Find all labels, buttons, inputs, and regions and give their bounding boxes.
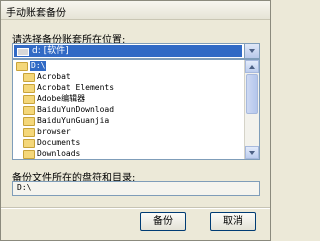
folder-icon [23, 106, 35, 115]
folder-icon [23, 128, 35, 137]
drive-select-text: d: [软件] [32, 46, 69, 56]
folder-icon [23, 95, 35, 104]
list-item[interactable]: Downloads [13, 149, 242, 159]
title-bar[interactable]: 手动账套备份 [1, 1, 270, 20]
list-item-label: browser [37, 127, 71, 136]
folder-icon [23, 139, 35, 148]
drive-select[interactable]: d: [软件] [12, 43, 260, 59]
folder-list[interactable]: D:\ Acrobat Acrobat Elements Adobe编辑器 Ba… [12, 59, 260, 160]
destination-path-field: D:\ [12, 181, 260, 196]
list-item-label: BaiduYunGuanjia [37, 116, 110, 125]
list-item-label: Documents [37, 138, 81, 147]
scroll-down-button[interactable] [245, 146, 259, 159]
scroll-thumb[interactable] [246, 74, 258, 114]
folder-icon [23, 117, 35, 126]
open-folder-icon [16, 62, 28, 71]
cancel-button[interactable]: 取消 [210, 212, 256, 231]
list-item-label: Acrobat [37, 72, 71, 81]
list-item-label: Acrobat Elements [37, 83, 115, 92]
list-item[interactable]: Acrobat Elements [13, 83, 242, 93]
folder-list-scrollbar[interactable] [244, 60, 259, 159]
list-item-label: BaiduYunDownload [37, 105, 115, 114]
list-item[interactable]: Acrobat [13, 72, 242, 82]
drive-select-value: d: [软件] [14, 45, 242, 57]
list-item-label: D:\ [30, 61, 47, 71]
chevron-down-icon[interactable] [244, 44, 259, 58]
divider [1, 207, 270, 209]
folder-icon [23, 150, 35, 159]
drive-icon [17, 48, 29, 56]
folder-icon [23, 73, 35, 82]
list-item[interactable]: BaiduYunGuanjia [13, 116, 242, 126]
window-title: 手动账套备份 [6, 8, 66, 19]
folder-icon [23, 84, 35, 93]
backup-dialog: 手动账套备份 请选择备份账套所在位置: d: [软件] D:\ Acrobat … [0, 0, 271, 241]
scroll-up-button[interactable] [245, 60, 259, 73]
backup-button[interactable]: 备份 [140, 212, 186, 231]
destination-path-text: D:\ [17, 183, 32, 192]
list-item[interactable]: Adobe编辑器 [13, 94, 242, 104]
list-item[interactable]: Documents [13, 138, 242, 148]
list-item[interactable]: BaiduYunDownload [13, 105, 242, 115]
list-item[interactable]: browser [13, 127, 242, 137]
list-item-label: Adobe编辑器 [37, 94, 86, 103]
list-item-label: Downloads [37, 149, 81, 158]
list-item[interactable]: D:\ [13, 61, 242, 71]
